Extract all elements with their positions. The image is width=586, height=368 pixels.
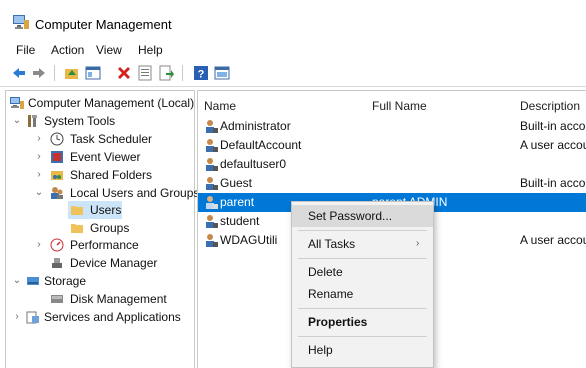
computer-management-icon: [13, 15, 29, 29]
column-header-full-name[interactable]: Full Name: [372, 99, 427, 113]
column-header-description[interactable]: Description: [520, 99, 580, 113]
list-item[interactable]: Administrator Built-in accou: [198, 117, 586, 136]
chevron-right-icon[interactable]: ›: [12, 308, 22, 326]
list-item[interactable]: defaultuser0: [198, 155, 586, 174]
disk-icon: [51, 295, 63, 303]
menu-file[interactable]: File: [16, 43, 35, 57]
chevron-down-icon[interactable]: ⌄: [34, 184, 44, 202]
user-icon: [206, 234, 218, 247]
chevron-right-icon[interactable]: ›: [34, 166, 44, 184]
toolbar-separator: [54, 65, 55, 81]
menu-item-rename[interactable]: Rename: [292, 283, 433, 305]
storage-icon: [27, 277, 39, 285]
show-hide-tree-icon[interactable]: [85, 65, 101, 81]
delete-icon[interactable]: [116, 65, 132, 81]
list-item[interactable]: DefaultAccount A user accoun: [198, 136, 586, 155]
chevron-down-icon[interactable]: ⌄: [12, 112, 22, 130]
menu-item-set-password[interactable]: Set Password...: [292, 205, 433, 227]
context-menu: Set Password... All Tasks › Delete Renam…: [291, 201, 434, 368]
toolbar: ?: [0, 60, 586, 87]
event-viewer-icon: [51, 151, 63, 163]
console-tree: Computer Management (Local) ⌄ System Too…: [5, 90, 199, 368]
window-title: Computer Management: [35, 17, 172, 32]
user-icon: [206, 177, 218, 190]
users-group-icon: [51, 187, 63, 199]
svg-text:?: ?: [198, 69, 205, 81]
menu-bar: File Action View Help: [0, 40, 586, 60]
clock-icon: [50, 132, 64, 146]
chevron-right-icon[interactable]: ›: [34, 236, 44, 254]
toolbar-separator: [182, 65, 183, 81]
help-icon[interactable]: ?: [193, 65, 209, 81]
menu-separator: [298, 230, 427, 231]
chevron-right-icon: ›: [416, 238, 420, 249]
list-item[interactable]: Guest Built-in accou: [198, 174, 586, 193]
chevron-right-icon[interactable]: ›: [34, 148, 44, 166]
menu-item-all-tasks[interactable]: All Tasks ›: [292, 233, 433, 255]
export-list-icon[interactable]: [158, 65, 174, 81]
back-arrow-icon[interactable]: [11, 65, 27, 81]
tools-icon: [28, 115, 37, 127]
title-bar: Computer Management: [0, 0, 586, 40]
menu-item-help[interactable]: Help: [292, 339, 433, 361]
forward-arrow-icon[interactable]: [31, 65, 47, 81]
folder-icon: [71, 224, 83, 233]
view-icon[interactable]: [214, 65, 230, 81]
menu-view[interactable]: View: [96, 43, 122, 57]
menu-action[interactable]: Action: [51, 43, 84, 57]
user-icon: [206, 120, 218, 133]
user-icon: [206, 215, 218, 228]
chevron-down-icon[interactable]: ⌄: [12, 272, 22, 290]
menu-help[interactable]: Help: [138, 43, 163, 57]
shared-folder-icon: [51, 171, 63, 180]
user-icon: [206, 196, 218, 209]
performance-icon: [50, 238, 64, 252]
folder-icon: [71, 206, 83, 215]
menu-item-properties[interactable]: Properties: [292, 311, 433, 333]
menu-separator: [298, 258, 427, 259]
computer-management-icon: [10, 97, 24, 109]
device-manager-icon: [52, 258, 62, 268]
properties-icon[interactable]: [137, 65, 153, 81]
services-icon: [26, 311, 39, 324]
column-header-name[interactable]: Name: [204, 99, 236, 113]
user-icon: [206, 158, 218, 171]
menu-separator: [298, 336, 427, 337]
user-icon: [206, 139, 218, 152]
menu-separator: [298, 308, 427, 309]
chevron-right-icon[interactable]: ›: [34, 130, 44, 148]
up-folder-icon[interactable]: [64, 65, 80, 81]
menu-item-delete[interactable]: Delete: [292, 261, 433, 283]
